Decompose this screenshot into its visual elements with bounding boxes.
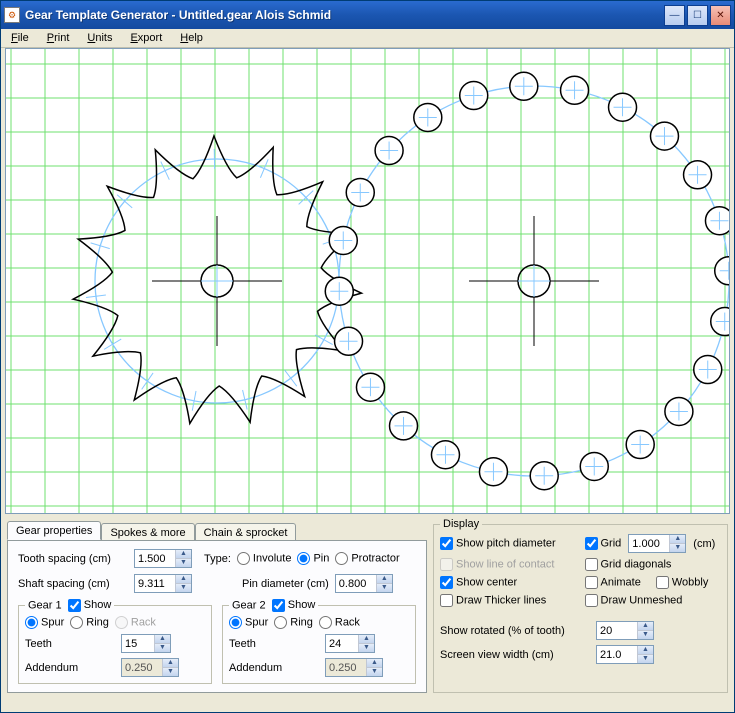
- gear1-teeth-label: Teeth: [25, 638, 115, 650]
- menu-help[interactable]: Help: [180, 32, 203, 44]
- gear2-show[interactable]: Show: [272, 599, 316, 611]
- gear1-ring[interactable]: Ring: [70, 616, 109, 629]
- tooth-spacing-label: Tooth spacing (cm): [18, 553, 128, 565]
- menu-units[interactable]: Units: [87, 32, 112, 44]
- tab-gear-properties[interactable]: Gear properties: [7, 521, 101, 540]
- tab-chain[interactable]: Chain & sprocket: [195, 523, 297, 541]
- type-involute[interactable]: Involute: [237, 552, 292, 565]
- minimize-button[interactable]: —: [664, 5, 685, 26]
- show-rotated-spinner[interactable]: ▲▼: [596, 621, 654, 640]
- maximize-button[interactable]: ☐: [687, 5, 708, 26]
- tab-body-gear-properties: Tooth spacing (cm) ▲▼ Type: Involute Pin…: [7, 540, 427, 693]
- gear1-group: Gear 1 Show Spur Ring Rack Teeth ▲▼ Adde…: [18, 599, 212, 684]
- gear1-teeth-spinner[interactable]: ▲▼: [121, 634, 171, 653]
- screen-width-label: Screen view width (cm): [440, 649, 590, 661]
- gear1-spur[interactable]: Spur: [25, 616, 64, 629]
- chk-center[interactable]: Show center: [440, 576, 517, 589]
- chk-wobbly[interactable]: Wobbly: [656, 576, 708, 589]
- shaft-spacing-input[interactable]: [135, 575, 175, 592]
- pin-diameter-input[interactable]: [336, 575, 376, 592]
- window-title: Gear Template Generator - Untitled.gear …: [25, 8, 664, 22]
- gear2-teeth-spinner[interactable]: ▲▼: [325, 634, 375, 653]
- titlebar: ⚙ Gear Template Generator - Untitled.gea…: [1, 1, 734, 29]
- app-icon: ⚙: [4, 7, 20, 23]
- gear1-show[interactable]: Show: [68, 599, 112, 611]
- grid-spinner[interactable]: ▲▼: [628, 534, 686, 553]
- menu-export[interactable]: Export: [130, 32, 162, 44]
- chk-unmeshed[interactable]: Draw Unmeshed: [585, 594, 683, 607]
- tooth-spacing-spinner[interactable]: ▲▼: [134, 549, 192, 568]
- chk-thicker[interactable]: Draw Thicker lines: [440, 594, 546, 607]
- canvas-area[interactable]: [5, 48, 730, 514]
- gear1-addendum-label: Addendum: [25, 662, 115, 674]
- menubar: File Print Units Export Help: [1, 29, 734, 48]
- display-group: Display Show pitch diameter Grid ▲▼ (cm)…: [433, 518, 728, 693]
- gear2-group: Gear 2 Show Spur Ring Rack Teeth ▲▼ Adde…: [222, 599, 416, 684]
- chk-grid[interactable]: Grid: [585, 537, 622, 550]
- chk-line-contact: Show line of contact: [440, 558, 554, 571]
- pin-diameter-spinner[interactable]: ▲▼: [335, 574, 393, 593]
- gear2-ring[interactable]: Ring: [274, 616, 313, 629]
- menu-file[interactable]: File: [11, 32, 29, 44]
- type-protractor[interactable]: Protractor: [335, 552, 399, 565]
- tab-spokes[interactable]: Spokes & more: [101, 523, 194, 541]
- gear1-rack: Rack: [115, 616, 156, 629]
- close-button[interactable]: ✕: [710, 5, 731, 26]
- gear1-addendum-spinner: ▲▼: [121, 658, 179, 677]
- gear2-rack[interactable]: Rack: [319, 616, 360, 629]
- chk-grid-diag[interactable]: Grid diagonals: [585, 558, 672, 571]
- show-rotated-label: Show rotated (% of tooth): [440, 625, 590, 637]
- shaft-spacing-spinner[interactable]: ▲▼: [134, 574, 192, 593]
- tooth-spacing-input[interactable]: [135, 550, 175, 567]
- gear2-spur[interactable]: Spur: [229, 616, 268, 629]
- type-pin[interactable]: Pin: [297, 552, 329, 565]
- chk-pitch[interactable]: Show pitch diameter: [440, 537, 556, 550]
- gear2-addendum-spinner: ▲▼: [325, 658, 383, 677]
- type-label: Type:: [204, 553, 231, 565]
- chk-animate[interactable]: Animate: [585, 576, 641, 589]
- pin-diameter-label: Pin diameter (cm): [242, 578, 329, 590]
- shaft-spacing-label: Shaft spacing (cm): [18, 578, 128, 590]
- gear2-addendum-label: Addendum: [229, 662, 319, 674]
- menu-print[interactable]: Print: [47, 32, 70, 44]
- screen-width-spinner[interactable]: ▲▼: [596, 645, 654, 664]
- gear2-teeth-label: Teeth: [229, 638, 319, 650]
